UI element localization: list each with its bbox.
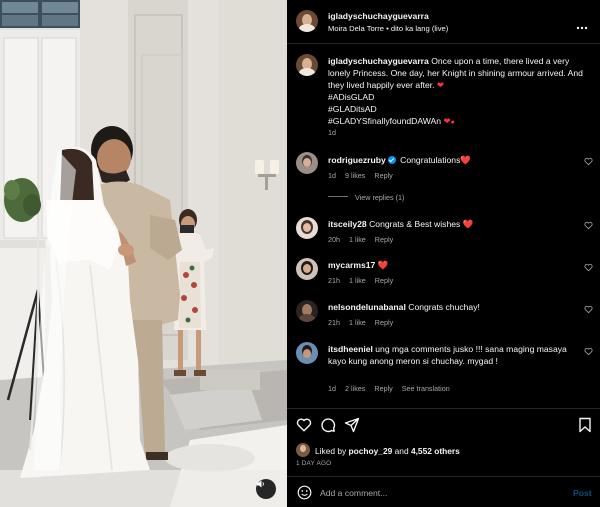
heart-emoji: ❤ [436,80,445,90]
caption-avatar[interactable] [296,54,318,76]
author-username[interactable]: igladyschuchayguevarra [328,10,429,22]
comments-panel: igladyschuchayguevarra Moira Dela Torre … [287,0,600,507]
comment-likes[interactable]: 2 likes [345,384,365,393]
hashtag[interactable]: #GLADitsAD [328,104,377,114]
comment-likes[interactable]: 9 likes [345,171,365,180]
mute-button[interactable] [256,479,276,499]
liked-by-and: and [394,446,409,456]
comment-meta: 20h 1 like Reply [328,235,402,244]
comment-meta: 1d 2 likes Reply See translation [328,384,459,393]
emoji-icon[interactable] [297,485,312,500]
commenter-avatar[interactable] [296,342,318,364]
bookmark-icon[interactable] [578,417,592,433]
reply-button[interactable]: Reply [375,276,393,285]
comment-username[interactable]: rodriguezruby [328,155,386,165]
comment-username[interactable]: nelsondelunabanal [328,302,406,312]
commenter-avatar[interactable] [296,217,318,239]
post-photo[interactable] [0,0,287,507]
comment-icon[interactable] [320,417,336,433]
comment-time: 21h [328,318,340,327]
comment-time: 1d [328,171,336,180]
add-comment-input[interactable] [320,485,550,500]
comment-time: 20h [328,235,340,244]
comment-text: nelsondelunabanal Congrats chuchay! [328,301,480,313]
liked-by-others[interactable]: 4,552 others [411,446,460,456]
comment-meta: 1d 9 likes Reply [328,171,402,180]
liked-by-text[interactable]: Liked by pochoy_29 and 4,552 others [315,445,460,457]
comment-body: Congratulations [400,155,461,165]
comment-text: mycarms17 ❤️ [328,259,388,271]
comment-likes[interactable]: 1 like [349,276,366,285]
wedding-photo-illustration [0,0,287,507]
verified-badge-icon [387,156,396,164]
hashtag[interactable]: #ADisGLAD [328,92,374,102]
reply-button[interactable]: Reply [375,235,393,244]
comment-text: itsdheeniel ung mga comments jusko !!! s… [328,343,578,367]
comment-body: Congrats chuchay! [408,302,480,312]
heart-icon[interactable] [584,305,593,314]
caption-text: igladyschuchayguevarra Once upon a time,… [328,55,583,129]
commenter-avatar[interactable] [296,152,318,174]
balloon-emoji: ● [450,119,455,126]
liked-by-prefix: Liked by [315,446,347,456]
actions-divider [287,408,600,409]
hashtag[interactable]: #GLADYSfinallyfoundDAWAn [328,116,441,126]
heart-emoji: ❤️ [377,260,389,270]
post-date: 1 DAY AGO [296,460,332,467]
mute-icon [257,480,264,488]
liked-by-user[interactable]: pochoy_29 [349,446,393,456]
liker-avatar[interactable] [296,443,310,457]
heart-icon[interactable] [584,221,593,230]
comment-text: rodriguezruby Congratulations❤️ [328,154,471,166]
comment-body: Congrats & Best wishes [369,219,461,229]
heart-emoji: ❤ [443,116,451,126]
comment-username[interactable]: itsceily28 [328,219,367,229]
instagram-post-view: igladyschuchayguevarra Moira Dela Torre … [0,0,600,507]
heart-icon[interactable] [584,347,593,356]
comment-time: 21h [328,276,340,285]
comment-meta: 21h 1 like Reply [328,276,402,285]
comment-likes[interactable]: 1 like [349,235,366,244]
heart-icon[interactable] [296,417,312,433]
share-icon[interactable] [344,417,360,433]
reply-button[interactable]: Reply [374,384,392,393]
comment-likes[interactable]: 1 like [349,318,366,327]
composer-divider [287,476,600,477]
commenter-avatar[interactable] [296,258,318,280]
view-replies-button[interactable]: View replies (1) [355,193,404,202]
post-button[interactable]: Post [573,487,592,499]
comment-text: itsceily28 Congrats & Best wishes ❤️ [328,218,473,230]
caption-time: 1d [328,128,336,137]
more-horizontal-icon[interactable] [576,17,588,30]
author-avatar[interactable] [296,10,318,32]
reply-button[interactable]: Reply [375,318,393,327]
heart-icon[interactable] [584,157,593,166]
heart-emoji: ❤️ [460,155,472,165]
audio-subtitle[interactable]: Moira Dela Torre • dito ka lang (live) [328,23,448,35]
comment-meta: 21h 1 like Reply [328,318,402,327]
replies-line [328,196,348,197]
see-translation-button[interactable]: See translation [402,384,450,393]
commenter-avatar[interactable] [296,300,318,322]
comment-username[interactable]: mycarms17 [328,260,375,270]
comment-time: 1d [328,384,336,393]
header-divider [287,43,600,44]
heart-emoji: ❤️ [462,219,474,229]
heart-icon[interactable] [584,263,593,272]
comment-username[interactable]: itsdheeniel [328,344,373,354]
caption-username[interactable]: igladyschuchayguevarra [328,56,429,66]
reply-button[interactable]: Reply [374,171,392,180]
